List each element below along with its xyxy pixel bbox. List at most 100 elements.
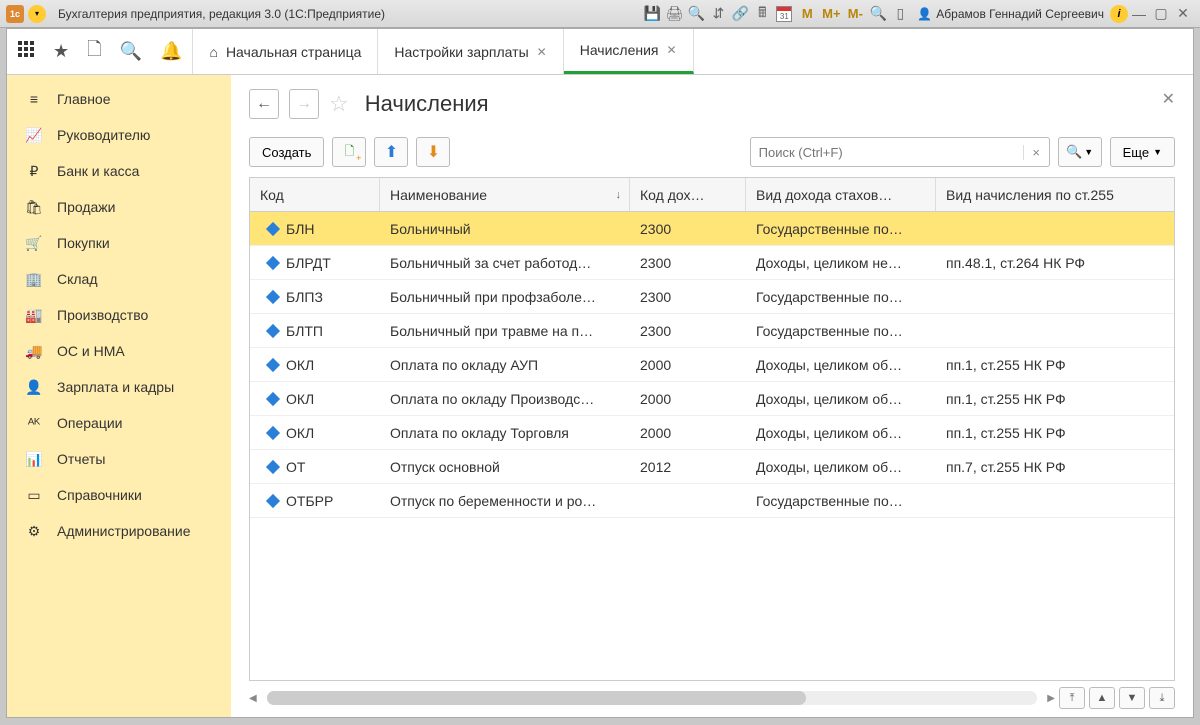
cell-charge-type: пп.1, ст.255 НК РФ xyxy=(936,425,1174,441)
search-box[interactable]: × xyxy=(750,137,1050,167)
column-header-charge-type[interactable]: Вид начисления по ст.255 xyxy=(936,178,1174,211)
user-label[interactable]: 👤 Абрамов Геннадий Сергеевич xyxy=(917,7,1104,21)
h-scrollbar[interactable] xyxy=(267,691,1038,705)
cell-income-code: 2000 xyxy=(630,425,746,441)
sidebar-item[interactable]: ⚙ Администрирование xyxy=(7,513,231,549)
cell-code: БЛПЗ xyxy=(286,289,323,305)
sidebar-item-label: Администрирование xyxy=(57,523,191,539)
cell-name: Отпуск основной xyxy=(380,459,630,475)
calendar-icon[interactable]: 31 xyxy=(773,3,795,25)
sidebar-item-icon: 📈 xyxy=(25,127,43,144)
sidebar-item[interactable]: 📈 Руководителю xyxy=(7,117,231,153)
preview-icon[interactable]: 🔍 xyxy=(685,3,707,25)
copy-button[interactable]: 🗋 + xyxy=(332,137,366,167)
cell-income-type: Государственные по… xyxy=(746,323,936,339)
nav-back-button[interactable]: ← xyxy=(249,89,279,119)
sidebar-item[interactable]: 🛒Покупки xyxy=(7,225,231,261)
panel-icon[interactable]: ▯ xyxy=(889,3,911,25)
table-row[interactable]: БЛТПБольничный при травме на п…2300Госуд… xyxy=(250,314,1174,348)
close-page-icon[interactable]: ✕ xyxy=(1162,89,1175,109)
row-marker-icon xyxy=(266,493,280,507)
tab-close-icon[interactable]: ✕ xyxy=(667,43,677,57)
table: Код Наименование↓ Код дох… Вид дохода ст… xyxy=(249,177,1175,681)
scroll-bottom-button[interactable]: ⤓ xyxy=(1149,687,1175,709)
sidebar: ≡Главное 📈 Руководителю ₽Банк и касса🛍Прода… xyxy=(7,75,231,717)
column-header-income-code[interactable]: Код дох… xyxy=(630,178,746,211)
sidebar-item[interactable]: 🚚ОС и НМА xyxy=(7,333,231,369)
favorite-icon[interactable]: ★ xyxy=(53,41,69,62)
move-up-button[interactable]: ⬆ xyxy=(374,137,408,167)
move-down-button[interactable]: ⬇ xyxy=(416,137,450,167)
column-header-name[interactable]: Наименование↓ xyxy=(380,178,630,211)
link-icon[interactable]: 🔗 xyxy=(729,3,751,25)
sidebar-item-label: ОС и НМА xyxy=(57,343,125,359)
sidebar-item-icon: ⚙ xyxy=(25,523,43,540)
table-row[interactable]: ОТОтпуск основной2012Доходы, целиком об…… xyxy=(250,450,1174,484)
m-button[interactable]: M xyxy=(795,3,819,25)
cell-name: Оплата по окладу Производс… xyxy=(380,391,630,407)
tab-close-icon[interactable]: ✕ xyxy=(537,45,547,59)
main-panel: ✕ ← → ☆ Начисления Создать 🗋 + ⬆ ⬇ × xyxy=(231,75,1193,717)
sidebar-item[interactable]: ≡Главное xyxy=(7,81,231,117)
search-global-icon[interactable]: 🔍 xyxy=(120,41,142,62)
column-header-code[interactable]: Код xyxy=(250,178,380,211)
cell-code: ОКЛ xyxy=(286,391,314,407)
sidebar-item-icon: 📊 xyxy=(25,451,43,468)
sidebar-item-icon: 🛒 xyxy=(25,235,43,252)
tab-home[interactable]: ⌂ Начальная страница xyxy=(193,29,378,74)
sidebar-item[interactable]: ₽Банк и касса xyxy=(7,153,231,189)
clipboard-icon[interactable]: 🗋 xyxy=(87,37,101,67)
cell-code: ОТ xyxy=(286,459,305,475)
m-plus-button[interactable]: M+ xyxy=(819,3,843,25)
sidebar-item[interactable]: ▭Справочники xyxy=(7,477,231,513)
maximize-button[interactable]: ▢ xyxy=(1150,5,1172,22)
sidebar-item[interactable]: 📊Отчеты xyxy=(7,441,231,477)
calculator-icon[interactable]: 🖩 xyxy=(751,3,773,25)
scroll-right-icon[interactable]: ▶ xyxy=(1047,693,1055,704)
more-button[interactable]: Еще▼ xyxy=(1110,137,1175,167)
column-header-income-type[interactable]: Вид дохода стахов… xyxy=(746,178,936,211)
chevron-down-icon: ▼ xyxy=(1153,147,1162,157)
table-row[interactable]: ОТБРРОтпуск по беременности и ро…Государ… xyxy=(250,484,1174,518)
notifications-icon[interactable]: 🔔 xyxy=(160,41,182,62)
sidebar-item[interactable]: ᴬᴷОперации xyxy=(7,405,231,441)
minimize-button[interactable]: — xyxy=(1128,6,1150,22)
m-minus-button[interactable]: M- xyxy=(843,3,867,25)
compare-icon[interactable]: ⇵ xyxy=(707,3,729,25)
sidebar-item[interactable]: 🏭Производство xyxy=(7,297,231,333)
table-row[interactable]: БЛПЗБольничный при профзаболе…2300Госуда… xyxy=(250,280,1174,314)
tab-charges[interactable]: Начисления ✕ xyxy=(564,29,694,74)
save-icon[interactable]: 💾 xyxy=(641,3,663,25)
table-row[interactable]: ОКЛОплата по окладу АУП2000Доходы, целик… xyxy=(250,348,1174,382)
scroll-down-button[interactable]: ▼ xyxy=(1119,687,1145,709)
app-menu-dropdown[interactable]: ▾ xyxy=(28,5,46,23)
sidebar-item[interactable]: 👤Зарплата и кадры xyxy=(7,369,231,405)
print-icon[interactable]: 🖨 xyxy=(663,3,685,25)
row-marker-icon xyxy=(266,357,280,371)
search-input[interactable] xyxy=(751,145,1023,160)
search-button[interactable]: 🔍▼ xyxy=(1058,137,1102,167)
sidebar-item-icon: 🏭 xyxy=(25,307,43,324)
search-clear-icon[interactable]: × xyxy=(1023,145,1049,160)
table-row[interactable]: ОКЛОплата по окладу Торговля2000Доходы, … xyxy=(250,416,1174,450)
table-body: БЛНБольничный2300Государственные по…БЛРД… xyxy=(250,212,1174,680)
row-marker-icon xyxy=(266,425,280,439)
scroll-left-icon[interactable]: ◀ xyxy=(249,693,257,704)
sidebar-item[interactable]: 🛍Продажи xyxy=(7,189,231,225)
info-icon[interactable]: i xyxy=(1110,5,1128,23)
close-window-button[interactable]: ✕ xyxy=(1172,5,1194,22)
table-row[interactable]: БЛНБольничный2300Государственные по… xyxy=(250,212,1174,246)
table-row[interactable]: БЛРДТБольничный за счет работод…2300Дохо… xyxy=(250,246,1174,280)
row-marker-icon xyxy=(266,255,280,269)
favorite-page-icon[interactable]: ☆ xyxy=(329,91,349,117)
nav-forward-button[interactable]: → xyxy=(289,89,319,119)
sidebar-item-label: Руководителю xyxy=(57,127,150,143)
tab-salary-settings[interactable]: Настройки зарплаты ✕ xyxy=(378,29,563,74)
create-button[interactable]: Создать xyxy=(249,137,324,167)
table-row[interactable]: ОКЛОплата по окладу Производс…2000Доходы… xyxy=(250,382,1174,416)
scroll-up-button[interactable]: ▲ xyxy=(1089,687,1115,709)
scroll-top-button[interactable]: ⤒ xyxy=(1059,687,1085,709)
sidebar-item[interactable]: 🏢Склад xyxy=(7,261,231,297)
apps-grid-icon[interactable] xyxy=(17,40,35,63)
zoom-icon[interactable]: 🔍 xyxy=(867,3,889,25)
